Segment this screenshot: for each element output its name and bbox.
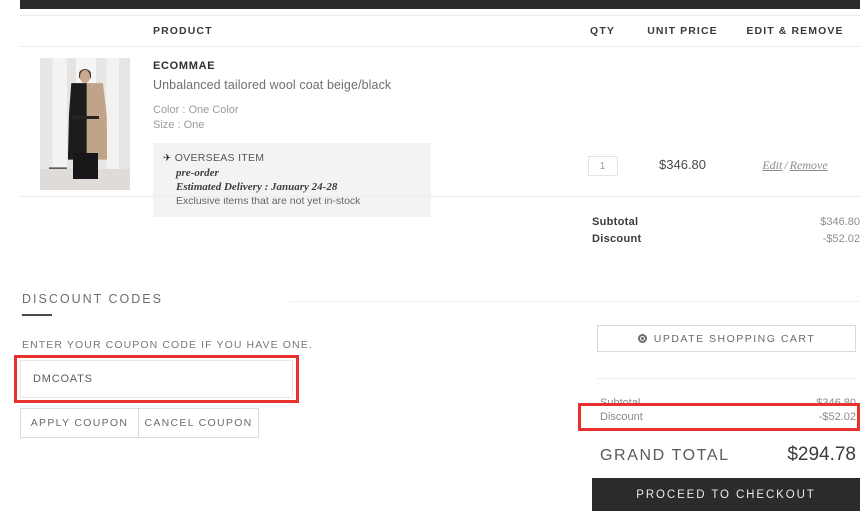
totals-discount-label: Discount [592,233,642,245]
coupon-input-wrapper [20,360,293,398]
cart-table-header: PRODUCT QTY UNIT PRICE EDIT & REMOVE [20,15,860,47]
summary-row-discount: Discount -$52.02 [600,407,856,427]
link-separator: / [784,158,788,172]
model-trousers-icon [73,153,98,180]
product-image[interactable] [40,58,130,190]
unit-price-cell: $346.80 [635,58,730,174]
model-head-icon [79,69,90,83]
totals-subtotal-value: $346.80 [820,216,860,228]
refresh-icon [637,334,647,343]
overseas-item-notice: ✈ OVERSEAS ITEM pre-order Estimated Deliv… [153,143,431,217]
airplane-icon: ✈ [163,153,172,164]
quantity-cell: 1 [570,58,635,176]
grand-total-row: GRAND TOTAL $294.78 [600,444,856,466]
totals-subtotal-label: Subtotal [592,216,639,228]
totals-discount-value: -$52.02 [822,233,860,245]
coat-black-panel-icon [67,83,87,160]
update-shopping-cart-label: UPDATE SHOPPING CART [653,332,816,345]
overseas-title-line: ✈ OVERSEAS ITEM [163,151,421,166]
header-edit-remove: EDIT & REMOVE [746,25,844,37]
edit-remove-links: Edit / Remove [762,158,827,172]
product-color: Color : One Color [153,104,239,116]
summary-discount-label: Discount [600,411,643,423]
proceed-to-checkout-button[interactable]: PROCEED TO CHECKOUT [592,478,860,511]
discount-codes-heading: DISCOUNT CODES [22,292,163,306]
cart-table-bottom-divider [20,196,860,197]
header-qty: QTY [590,25,615,37]
cart-totals-block: Subtotal $346.80 Discount -$52.02 [592,214,860,248]
overseas-delivery-estimate: Estimated Delivery : January 24-28 [176,181,338,193]
grand-total-label: GRAND TOTAL [600,447,730,464]
apply-coupon-button[interactable]: APPLY COUPON [20,408,139,438]
remove-link[interactable]: Remove [790,158,828,172]
product-thumbnail-cell [20,58,150,190]
update-shopping-cart-button[interactable]: UPDATE SHOPPING CART [597,325,856,352]
coupon-instruction-text: ENTER YOUR COUPON CODE IF YOU HAVE ONE. [22,339,313,351]
edit-link[interactable]: Edit [762,158,782,172]
coupon-buttons: APPLY COUPON CANCEL COUPON [20,408,259,438]
totals-row-subtotal: Subtotal $346.80 [592,214,860,231]
coupon-code-input[interactable] [20,360,293,398]
totals-row-discount: Discount -$52.02 [592,231,860,248]
cancel-coupon-button[interactable]: CANCEL COUPON [139,408,259,438]
header-product: PRODUCT [153,25,213,37]
product-size: Size : One [153,119,205,131]
header-unit-price: UNIT PRICE [647,25,718,37]
quantity-input[interactable]: 1 [587,156,618,176]
summary-divider [597,378,856,379]
summary-discount-value: -$52.02 [818,411,856,423]
edit-remove-cell: Edit / Remove [730,58,860,174]
overseas-title: OVERSEAS ITEM [174,152,265,164]
unit-price-value: $346.80 [659,157,706,172]
overseas-preorder: pre-order [176,167,219,179]
product-details-cell: ECOMMAE Unbalanced tailored wool coat be… [150,58,570,217]
cart-table: PRODUCT QTY UNIT PRICE EDIT & REMOVE ECO… [20,15,860,222]
coat-belt-icon [72,116,100,119]
discount-codes-rule [290,301,860,302]
site-navigation-bar [20,0,860,9]
product-name[interactable]: Unbalanced tailored wool coat beige/blac… [153,78,570,92]
product-brand[interactable]: ECOMMAE [153,60,570,72]
discount-codes-underline [22,314,52,316]
grand-total-value: $294.78 [787,444,856,465]
